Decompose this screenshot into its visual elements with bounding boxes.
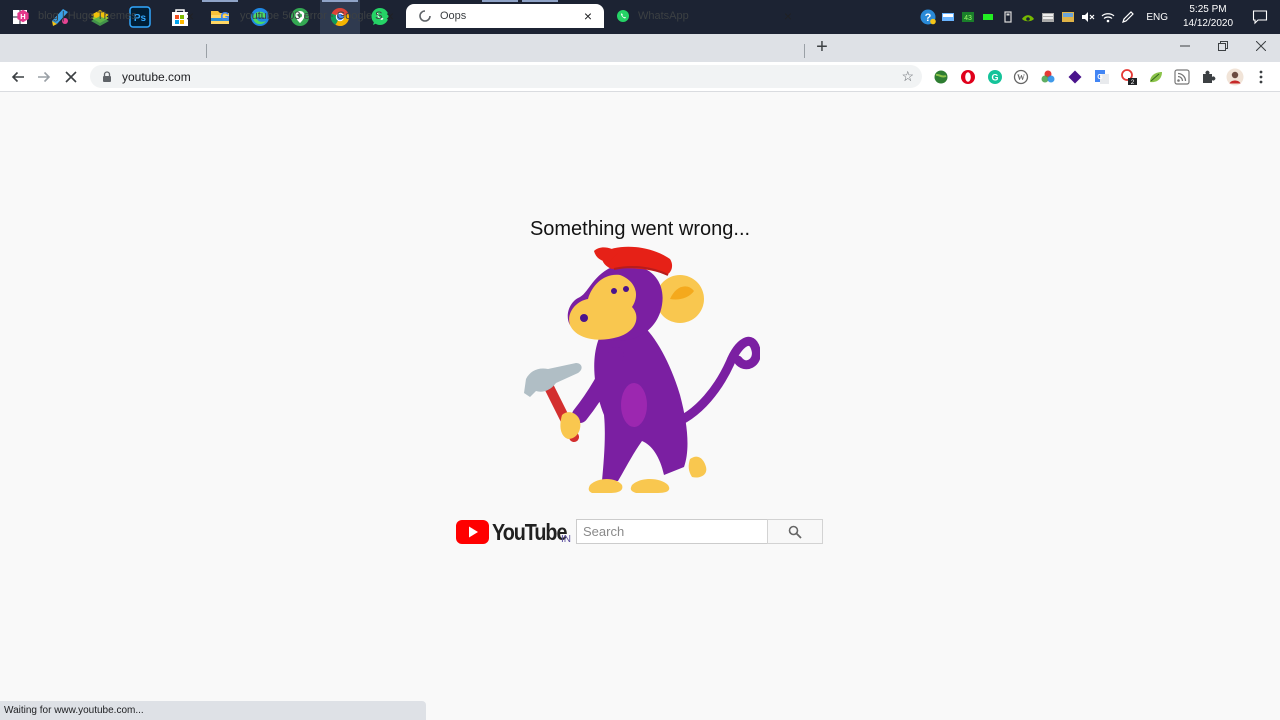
youtube-logo[interactable]: YouTube IN [456, 517, 579, 547]
tab-close-icon[interactable]: × [780, 8, 796, 24]
svg-text:43: 43 [964, 15, 972, 22]
youtube-country-code: IN [561, 534, 571, 545]
clock[interactable]: 5:25 PM 14/12/2020 [1176, 3, 1240, 31]
clock-date: 14/12/2020 [1182, 18, 1234, 29]
address-text: youtube.com [122, 69, 191, 84]
language-indicator[interactable]: ENG [1138, 12, 1176, 23]
tab-google-search[interactable]: G youtube 503 error - Google Search × [206, 4, 406, 28]
whatsapp-icon [617, 10, 629, 22]
keyboard-tray-icon[interactable] [1038, 0, 1058, 34]
restore-icon [1218, 41, 1228, 51]
close-icon [1256, 41, 1266, 51]
profile-avatar[interactable] [1226, 68, 1244, 86]
tab-whatsapp[interactable]: WhatsApp × [604, 4, 804, 28]
nvidia-tray-icon[interactable] [1018, 0, 1038, 34]
tab-close-icon[interactable]: × [580, 8, 596, 24]
notification-center-icon[interactable] [1240, 0, 1280, 34]
tab-title: blog | Hugo Themes [38, 10, 137, 22]
tab-close-icon[interactable]: × [382, 8, 398, 24]
layers-extension-icon[interactable] [1066, 68, 1084, 86]
stop-loading-button[interactable] [59, 65, 83, 89]
usb-tray-icon[interactable] [998, 0, 1018, 34]
green-status-tray-icon[interactable] [978, 0, 998, 34]
bookmark-star-icon[interactable]: ☆ [901, 68, 914, 85]
restore-button[interactable] [1204, 34, 1242, 58]
address-bar[interactable]: youtube.com ☆ [90, 65, 922, 88]
tab-title: Oops [440, 10, 467, 22]
tab-separator [804, 44, 805, 58]
search-button[interactable] [767, 519, 823, 544]
battery-tray-icon[interactable] [1058, 0, 1078, 34]
tab-title: youtube 503 error - Google Search [240, 10, 382, 22]
status-bar: Waiting for www.youtube.com... [0, 701, 426, 720]
search-icon [788, 525, 802, 539]
wordpress-icon[interactable]: W [1012, 68, 1030, 86]
notes-extension-icon[interactable]: 2 [1120, 68, 1138, 86]
svg-text:G: G [220, 10, 229, 24]
leaf-extension-icon[interactable] [1147, 68, 1165, 86]
monkey-illustration [524, 246, 760, 493]
svg-text:H: H [20, 12, 25, 21]
tab-close-icon[interactable]: × [182, 8, 198, 24]
google-icon: G [220, 10, 229, 24]
chrome-menu-icon[interactable] [1252, 68, 1270, 86]
translate-icon[interactable]: G [1093, 68, 1111, 86]
back-button[interactable] [6, 65, 30, 89]
pen-tray-icon[interactable] [1118, 0, 1138, 34]
color-picker-icon[interactable] [1039, 68, 1057, 86]
browser-toolbar: youtube.com ☆ G W G 2 [0, 62, 1280, 92]
rss-icon[interactable] [1173, 68, 1191, 86]
globe-extension-icon[interactable] [932, 68, 950, 86]
system-tray: ? 43 ENG 5:25 PM 14/12/2020 [918, 0, 1280, 34]
new-tab-button[interactable]: + [812, 37, 832, 58]
tab-oops[interactable]: Oops × [406, 4, 604, 28]
search-input[interactable] [576, 519, 768, 544]
hugo-icon: H [17, 9, 29, 23]
minimize-icon [1180, 45, 1190, 47]
clock-time: 5:25 PM [1189, 4, 1227, 15]
lock-icon [103, 70, 111, 82]
wifi-icon[interactable] [1098, 0, 1118, 34]
loading-spinner-icon [419, 10, 431, 22]
monitor-tray-icon[interactable] [938, 0, 958, 34]
arrow-left-icon [11, 71, 24, 83]
stop-icon [65, 71, 77, 83]
tab-strip [0, 34, 1280, 62]
opera-extension-icon[interactable] [959, 68, 977, 86]
error-page: Something went wrong... YouTube IN Searc… [0, 93, 1280, 720]
help-icon[interactable]: ? [918, 0, 938, 34]
close-window-button[interactable] [1242, 34, 1280, 58]
counter-tray-icon[interactable]: 43 [958, 0, 978, 34]
error-headline: Something went wrong... [529, 218, 751, 240]
extensions-puzzle-icon[interactable] [1199, 68, 1217, 86]
grammarly-icon[interactable]: G [986, 68, 1004, 86]
forward-button[interactable] [32, 65, 56, 89]
tab-title: WhatsApp [638, 10, 689, 22]
youtube-play-icon [456, 520, 489, 544]
svg-text:2: 2 [1131, 79, 1135, 86]
tab-separator [206, 44, 207, 58]
svg-text:W: W [1017, 73, 1025, 82]
tab-hugo-themes[interactable]: H blog | Hugo Themes × [4, 4, 206, 28]
youtube-wordmark: YouTube [492, 518, 567, 545]
volume-muted-icon[interactable] [1078, 0, 1098, 34]
svg-text:G: G [991, 73, 998, 83]
minimize-button[interactable] [1166, 34, 1204, 58]
svg-text:G: G [1097, 74, 1103, 81]
arrow-right-icon [38, 71, 51, 83]
